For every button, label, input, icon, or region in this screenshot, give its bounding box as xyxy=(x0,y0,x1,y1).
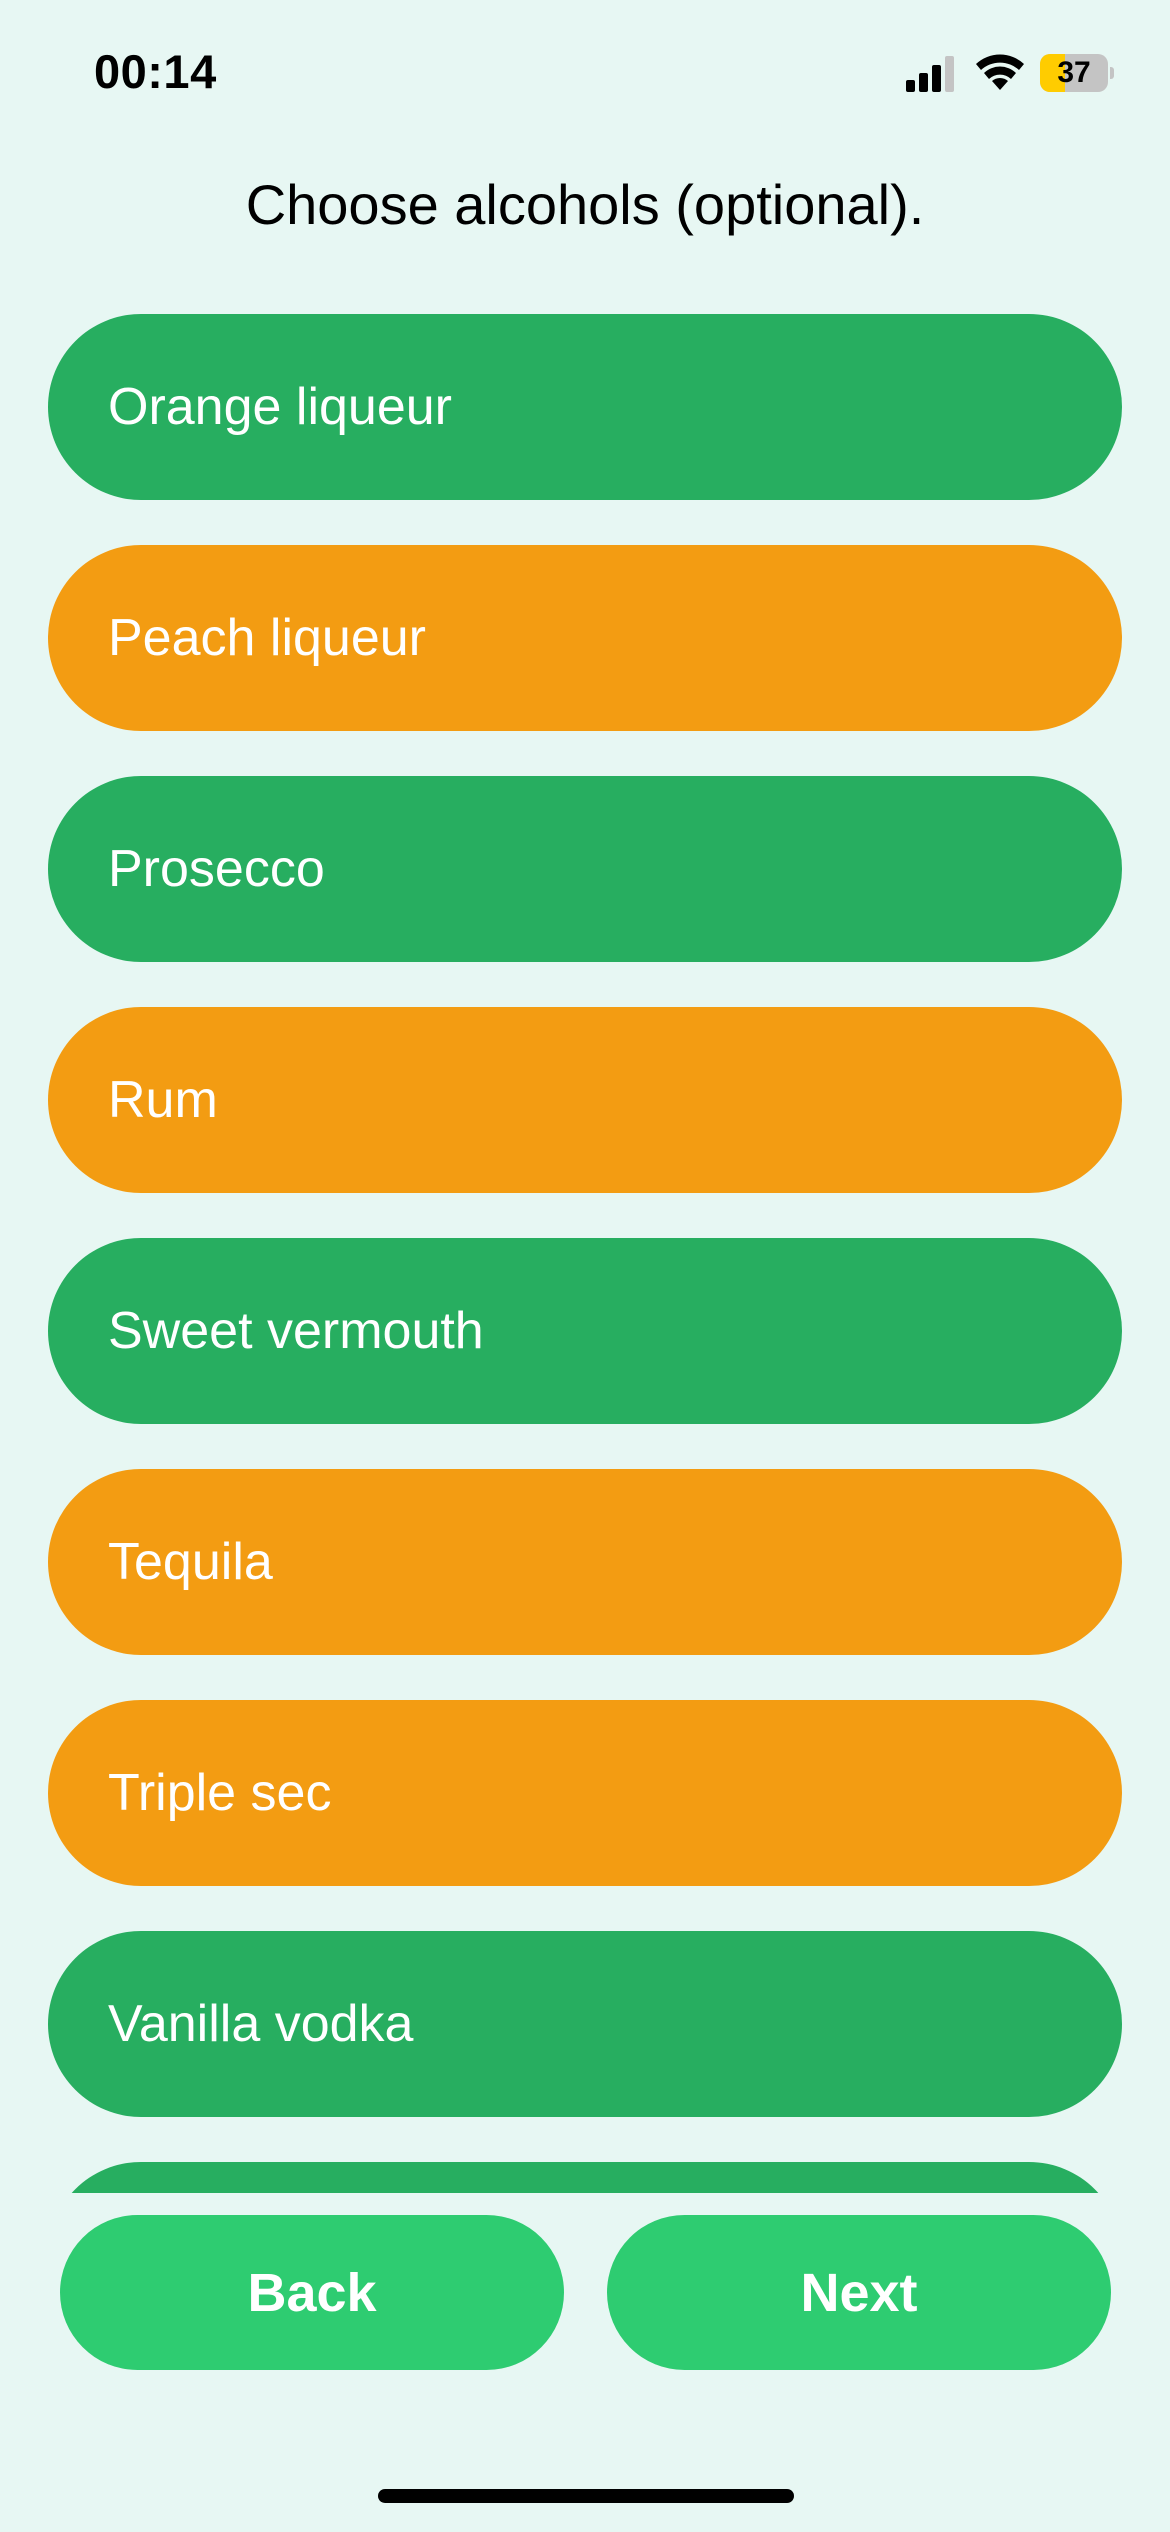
option-item[interactable] xyxy=(48,2162,1122,2193)
next-button[interactable]: Next xyxy=(607,2215,1111,2370)
home-indicator[interactable] xyxy=(378,2489,794,2503)
option-label: Tequila xyxy=(108,1533,273,1591)
option-label: Triple sec xyxy=(108,1764,332,1822)
battery-icon: 37 xyxy=(1040,54,1114,92)
option-item[interactable]: Triple sec xyxy=(48,1700,1122,1886)
option-item[interactable]: Sweet vermouth xyxy=(48,1238,1122,1424)
back-button[interactable]: Back xyxy=(60,2215,564,2370)
option-item[interactable]: Vanilla vodka xyxy=(48,1931,1122,2117)
option-label: Sweet vermouth xyxy=(108,1302,484,1360)
options-list[interactable]: Orange liqueur Peach liqueur Prosecco Rum Sw… xyxy=(0,300,1170,2193)
option-item[interactable]: Tequila xyxy=(48,1469,1122,1655)
option-item[interactable]: Rum xyxy=(48,1007,1122,1193)
signal-icon xyxy=(906,56,954,92)
battery-level: 37 xyxy=(1057,56,1091,89)
option-label: Prosecco xyxy=(108,840,325,898)
option-label: Vanilla vodka xyxy=(108,1995,414,2053)
option-item[interactable]: Peach liqueur xyxy=(48,545,1122,731)
option-label: Rum xyxy=(108,1071,218,1129)
wifi-icon xyxy=(976,54,1024,90)
page-title: Choose alcohols (optional). xyxy=(245,173,925,236)
battery-body: 37 xyxy=(1040,54,1108,92)
option-item[interactable]: Prosecco xyxy=(48,776,1122,962)
option-item[interactable]: Orange liqueur xyxy=(48,314,1122,500)
option-label: Peach liqueur xyxy=(108,609,426,667)
status-time: 00:14 xyxy=(94,45,217,98)
option-label: Orange liqueur xyxy=(108,378,452,436)
status-bar: 00:14 37 xyxy=(0,0,1170,150)
battery-cap xyxy=(1110,67,1114,79)
